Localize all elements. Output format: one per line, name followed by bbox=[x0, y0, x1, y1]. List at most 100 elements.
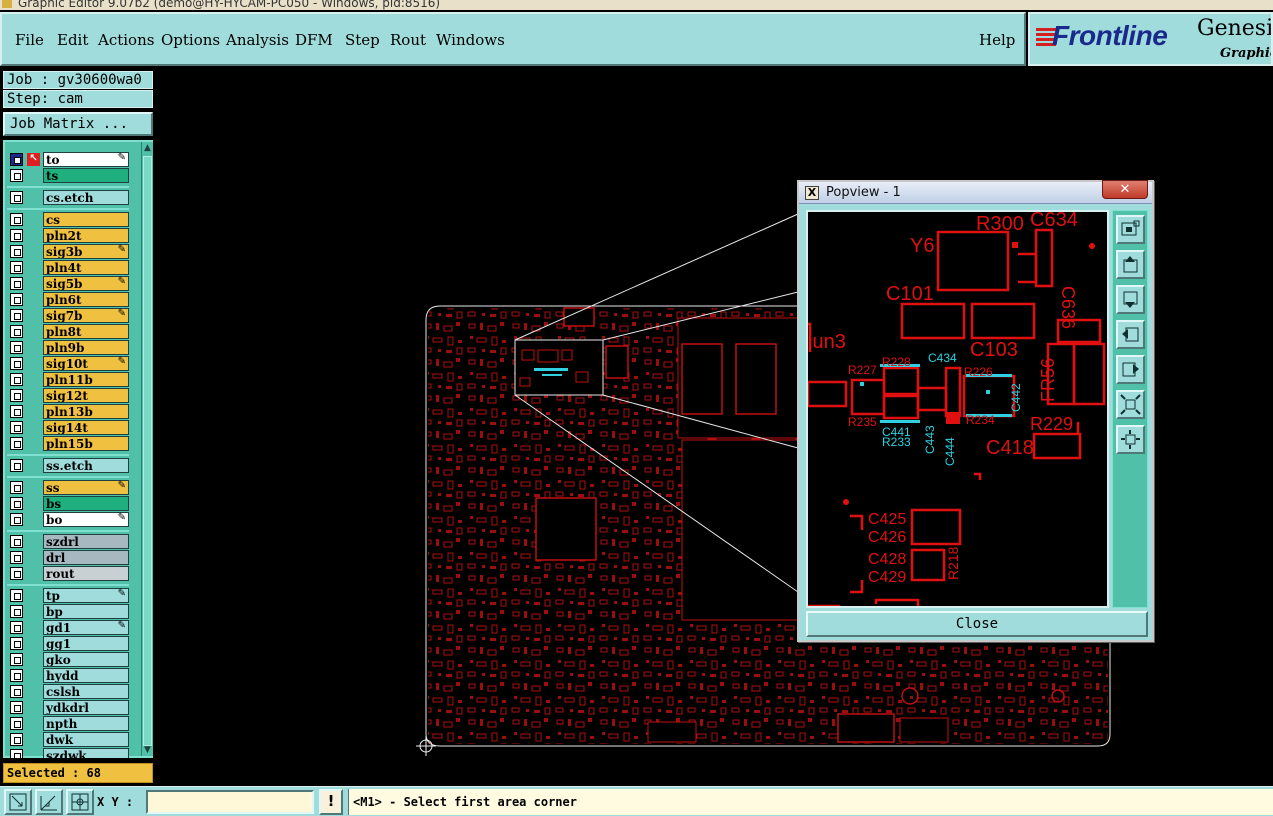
layer-affected-checkbox[interactable] bbox=[10, 637, 23, 650]
layer-row-bp[interactable]: bp bbox=[7, 604, 129, 619]
menu-rout[interactable]: Rout bbox=[390, 31, 426, 49]
layer-row-cs[interactable]: cs bbox=[7, 212, 129, 227]
layer-name[interactable]: pln13b bbox=[43, 404, 129, 419]
layer-name[interactable]: bo bbox=[43, 512, 129, 527]
layer-list-scrollbar[interactable]: ▲ ▼ bbox=[141, 142, 153, 756]
menu-actions[interactable]: Actions bbox=[98, 31, 154, 49]
layer-row-szdwk[interactable]: szdwk bbox=[7, 748, 129, 758]
layer-affected-checkbox[interactable] bbox=[10, 605, 23, 618]
layer-row-ts[interactable]: ts bbox=[7, 168, 129, 183]
snap-grid-button[interactable] bbox=[66, 789, 94, 815]
layer-row-bs[interactable]: bs bbox=[7, 496, 129, 511]
layer-name[interactable]: tp bbox=[43, 588, 129, 603]
layer-affected-checkbox[interactable] bbox=[10, 421, 23, 434]
menu-dfm[interactable]: DFM bbox=[295, 31, 333, 49]
layer-row-pln8t[interactable]: pln8t bbox=[7, 324, 129, 339]
layer-name[interactable]: pln4t bbox=[43, 260, 129, 275]
layer-affected-checkbox[interactable] bbox=[10, 669, 23, 682]
layer-affected-checkbox[interactable] bbox=[10, 749, 23, 758]
layer-affected-checkbox[interactable] bbox=[10, 245, 23, 258]
layer-affected-checkbox[interactable] bbox=[10, 169, 23, 182]
layer-name[interactable]: szdrl bbox=[43, 534, 129, 549]
zoom-window-button[interactable] bbox=[4, 789, 32, 815]
pan-up-button[interactable] bbox=[1116, 250, 1145, 279]
layer-row-drl[interactable]: drl bbox=[7, 550, 129, 565]
scroll-up-icon[interactable]: ▲ bbox=[142, 142, 153, 154]
menu-options[interactable]: Options bbox=[161, 31, 220, 49]
layer-affected-checkbox[interactable] bbox=[10, 277, 23, 290]
layer-name[interactable]: sig10t bbox=[43, 356, 129, 371]
layer-affected-checkbox[interactable] bbox=[10, 685, 23, 698]
layer-name[interactable]: to bbox=[43, 152, 129, 167]
message-alert-button[interactable]: ! bbox=[319, 789, 343, 815]
popview-close-button[interactable]: Close bbox=[806, 611, 1148, 637]
layer-row-tp[interactable]: tp ✎ bbox=[7, 588, 129, 603]
layer-row-bo[interactable]: bo ✎ bbox=[7, 512, 129, 527]
layer-name[interactable]: sig3b bbox=[43, 244, 129, 259]
menu-step[interactable]: Step bbox=[345, 31, 380, 49]
layer-name[interactable]: rout bbox=[43, 566, 129, 581]
layer-row-to[interactable]: ↖ to ✎ bbox=[7, 152, 129, 167]
pan-left-button[interactable] bbox=[1116, 320, 1145, 349]
layer-affected-checkbox[interactable] bbox=[10, 357, 23, 370]
layer-affected-checkbox[interactable] bbox=[10, 535, 23, 548]
layer-affected-checkbox[interactable] bbox=[10, 389, 23, 402]
layer-name[interactable]: sig7b bbox=[43, 308, 129, 323]
layer-name[interactable]: sig12t bbox=[43, 388, 129, 403]
layer-name[interactable]: drl bbox=[43, 550, 129, 565]
layer-affected-checkbox[interactable] bbox=[10, 437, 23, 450]
layer-name[interactable]: cs.etch bbox=[43, 190, 129, 205]
layer-row-ydkdrl[interactable]: ydkdrl bbox=[7, 700, 129, 715]
layer-name[interactable]: pln15b bbox=[43, 436, 129, 451]
layer-affected-checkbox[interactable] bbox=[10, 513, 23, 526]
pan-down-button[interactable] bbox=[1116, 285, 1145, 314]
layer-affected-checkbox[interactable] bbox=[10, 589, 23, 602]
layer-name[interactable]: hydd bbox=[43, 668, 129, 683]
layer-name[interactable]: bs bbox=[43, 496, 129, 511]
layer-row-pln11b[interactable]: pln11b bbox=[7, 372, 129, 387]
layer-affected-checkbox[interactable] bbox=[10, 153, 23, 166]
menu-windows[interactable]: Windows bbox=[436, 31, 505, 49]
measure-button[interactable] bbox=[35, 789, 63, 815]
layer-row-pln15b[interactable]: pln15b bbox=[7, 436, 129, 451]
layer-row-pln13b[interactable]: pln13b bbox=[7, 404, 129, 419]
layer-row-sig3b[interactable]: sig3b ✎ bbox=[7, 244, 129, 259]
layer-name[interactable]: gd1 bbox=[43, 620, 129, 635]
layer-row-gg1[interactable]: gg1 bbox=[7, 636, 129, 651]
layer-row-gd1[interactable]: gd1 ✎ bbox=[7, 620, 129, 635]
layer-row-cslsh[interactable]: cslsh bbox=[7, 684, 129, 699]
layer-name[interactable]: ts bbox=[43, 168, 129, 183]
layer-affected-checkbox[interactable] bbox=[10, 459, 23, 472]
layer-name[interactable]: bp bbox=[43, 604, 129, 619]
layer-row-sig14t[interactable]: sig14t bbox=[7, 420, 129, 435]
layer-row-rout[interactable]: rout bbox=[7, 566, 129, 581]
layer-name[interactable]: sig5b bbox=[43, 276, 129, 291]
layer-name[interactable]: dwk bbox=[43, 732, 129, 747]
layer-row-sig5b[interactable]: sig5b ✎ bbox=[7, 276, 129, 291]
layer-name[interactable]: pln11b bbox=[43, 372, 129, 387]
layer-row-cs.etch[interactable]: cs.etch bbox=[7, 190, 129, 205]
popview-close-x-button[interactable]: ✕ bbox=[1102, 180, 1148, 199]
layer-row-sig7b[interactable]: sig7b ✎ bbox=[7, 308, 129, 323]
layer-affected-checkbox[interactable] bbox=[10, 405, 23, 418]
layer-affected-checkbox[interactable] bbox=[10, 733, 23, 746]
popview-titlebar[interactable]: X Popview - 1 bbox=[799, 182, 1152, 204]
layer-affected-checkbox[interactable] bbox=[10, 229, 23, 242]
layer-row-hydd[interactable]: hydd bbox=[7, 668, 129, 683]
layer-name[interactable]: cslsh bbox=[43, 684, 129, 699]
layer-name[interactable]: pln2t bbox=[43, 228, 129, 243]
layer-affected-checkbox[interactable] bbox=[10, 309, 23, 322]
layer-affected-checkbox[interactable] bbox=[10, 701, 23, 714]
layer-affected-checkbox[interactable] bbox=[10, 261, 23, 274]
layer-row-pln6t[interactable]: pln6t bbox=[7, 292, 129, 307]
layer-name[interactable]: cs bbox=[43, 212, 129, 227]
layer-row-pln4t[interactable]: pln4t bbox=[7, 260, 129, 275]
menu-file[interactable]: File bbox=[15, 31, 44, 49]
layer-affected-checkbox[interactable] bbox=[10, 567, 23, 580]
layer-row-ss[interactable]: ss ✎ bbox=[7, 480, 129, 495]
layer-affected-checkbox[interactable] bbox=[10, 717, 23, 730]
layer-affected-checkbox[interactable] bbox=[10, 213, 23, 226]
layer-affected-checkbox[interactable] bbox=[10, 293, 23, 306]
layer-name[interactable]: ss bbox=[43, 480, 129, 495]
layer-name[interactable]: pln8t bbox=[43, 324, 129, 339]
